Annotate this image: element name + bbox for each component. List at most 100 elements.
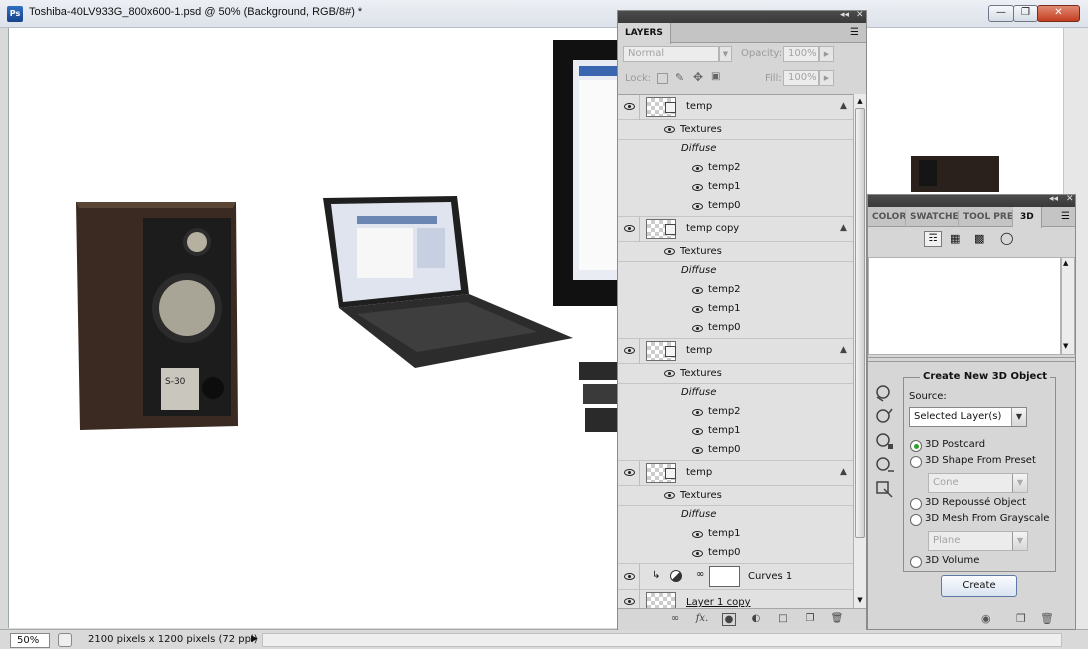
3d-scene-list[interactable] <box>868 257 1061 355</box>
3d-panel-grip[interactable]: ◂◂ ✕ <box>868 194 1075 207</box>
visibility-eye-icon[interactable] <box>692 409 703 416</box>
visibility-eye-icon[interactable] <box>664 248 675 255</box>
blend-mode-select[interactable]: Normal <box>623 46 719 62</box>
panel-menu-icon[interactable]: ☰ <box>1061 211 1070 222</box>
texture-map-row[interactable]: temp0 <box>618 544 853 564</box>
new-light-icon[interactable]: ❐ <box>1016 612 1026 625</box>
fill-field[interactable]: 100% <box>783 70 819 86</box>
texture-map-row[interactable]: temp1 <box>618 525 853 544</box>
textures-row[interactable]: Textures <box>618 486 853 506</box>
collapse-panel-icon[interactable]: ◂◂ <box>840 10 849 20</box>
visibility-eye-icon[interactable] <box>692 447 703 454</box>
texture-map-row[interactable]: temp2 <box>618 281 853 300</box>
tab-tool-presets[interactable]: TOOL PRESETS <box>959 210 1013 227</box>
restore-button[interactable]: ❐ <box>1013 5 1038 22</box>
radio-3d-mesh-from-grayscale[interactable] <box>910 514 922 526</box>
radio-3d-volume[interactable] <box>910 556 922 568</box>
lock-position-icon[interactable]: ✥ <box>693 70 703 84</box>
visibility-eye-icon[interactable] <box>624 347 635 354</box>
chevron-down-icon[interactable]: ▼ <box>1012 532 1027 550</box>
layers-scroll-thumb[interactable] <box>855 108 865 538</box>
visibility-eye-icon[interactable] <box>692 531 703 538</box>
scroll-up-icon[interactable]: ▲ <box>855 95 865 107</box>
panel-close-icon[interactable]: ✕ <box>856 10 864 20</box>
delete-layer-icon[interactable]: 🗑 <box>830 613 844 626</box>
layers-panel-grip[interactable]: ◂◂ ✕ <box>618 10 866 23</box>
scroll-down-icon[interactable]: ▼ <box>855 594 865 606</box>
textures-row[interactable]: Textures <box>618 364 853 384</box>
3d-roll-tool-icon[interactable] <box>874 407 896 427</box>
visibility-eye-icon[interactable] <box>692 184 703 191</box>
visibility-eye-icon[interactable] <box>692 428 703 435</box>
visibility-eye-icon[interactable] <box>692 287 703 294</box>
scroll-up-icon[interactable]: ▲ <box>1063 259 1068 267</box>
zoom-field[interactable]: 50% <box>10 633 50 648</box>
visibility-eye-icon[interactable] <box>624 598 635 605</box>
blend-mode-dropdown-icon[interactable]: ▼ <box>719 46 732 62</box>
link-layers-icon[interactable]: ∞ <box>668 613 682 626</box>
minimize-button[interactable]: — <box>988 5 1014 22</box>
fx-icon[interactable]: fx. <box>695 613 709 626</box>
visibility-eye-icon[interactable] <box>624 225 635 232</box>
3d-scale-tool-icon[interactable] <box>874 479 896 499</box>
visibility-eye-icon[interactable] <box>664 126 675 133</box>
collapse-arrow-icon[interactable]: ▲ <box>840 101 847 111</box>
panel-divider[interactable] <box>868 357 1075 362</box>
3d-scene-scrollbar[interactable]: ▲ ▼ <box>1061 257 1075 355</box>
3d-pan-tool-icon[interactable] <box>874 431 896 451</box>
textures-row[interactable]: Textures <box>618 120 853 140</box>
visibility-eye-icon[interactable] <box>692 203 703 210</box>
3d-slide-tool-icon[interactable] <box>874 455 896 475</box>
grayscale-select[interactable]: Plane ▼ <box>928 531 1028 551</box>
collapse-arrow-icon[interactable]: ▲ <box>840 345 847 355</box>
source-select[interactable]: Selected Layer(s) ▼ <box>909 407 1027 427</box>
new-group-icon[interactable]: □ <box>776 613 790 626</box>
toggle-visibility-icon[interactable]: ◉ <box>981 612 991 625</box>
adjustment-layer-row[interactable]: ↳ ∞ Curves 1 <box>618 564 853 590</box>
panel-close-icon[interactable]: ✕ <box>1066 194 1074 204</box>
opacity-field[interactable]: 100% <box>783 46 819 62</box>
texture-map-row[interactable]: temp1 <box>618 178 853 197</box>
layer-row[interactable]: Layer 1 copy <box>618 590 853 608</box>
status-menu-icon[interactable] <box>58 633 72 647</box>
tab-layers[interactable]: LAYERS <box>618 23 671 44</box>
delete-icon[interactable]: 🗑 <box>1040 612 1054 625</box>
tab-3d[interactable]: 3D <box>1013 207 1042 228</box>
panel-menu-icon[interactable]: ☰ <box>850 27 859 38</box>
chevron-down-icon[interactable]: ▼ <box>1011 408 1026 426</box>
adjustment-layer-icon[interactable]: ◐ <box>749 613 763 626</box>
collapse-arrow-icon[interactable]: ▲ <box>840 467 847 477</box>
visibility-eye-icon[interactable] <box>624 573 635 580</box>
canvas-horizontal-scrollbar[interactable] <box>262 633 1062 647</box>
layer-row[interactable]: temp ▲ <box>618 339 853 364</box>
lock-all-icon[interactable]: ▣ <box>711 71 720 82</box>
light-filter-icon[interactable]: ◯ <box>1000 231 1013 245</box>
collapse-arrow-icon[interactable]: ▲ <box>840 223 847 233</box>
collapse-panel-icon[interactable]: ◂◂ <box>1049 194 1058 204</box>
textures-row[interactable]: Textures <box>618 242 853 262</box>
layers-list[interactable]: temp ▲ Textures Diffuse temp2 temp1 temp… <box>618 94 853 608</box>
create-button[interactable]: Create <box>941 575 1017 597</box>
status-arrow-icon[interactable]: ▶ <box>251 634 258 644</box>
visibility-eye-icon[interactable] <box>624 103 635 110</box>
texture-map-row[interactable]: temp2 <box>618 403 853 422</box>
lock-image-icon[interactable]: ✎ <box>675 71 684 84</box>
layer-row[interactable]: temp ▲ <box>618 461 853 486</box>
link-icon[interactable]: ∞ <box>696 569 704 580</box>
radio-3d-postcard[interactable] <box>910 440 922 452</box>
layers-scrollbar[interactable]: ▲ ▼ <box>853 94 866 608</box>
scroll-down-icon[interactable]: ▼ <box>1063 342 1068 350</box>
lock-transparency-icon[interactable] <box>657 73 668 84</box>
scene-filter-icon[interactable]: ☶ <box>924 231 942 247</box>
3d-rotate-tool-icon[interactable] <box>874 383 896 403</box>
preset-select[interactable]: Cone ▼ <box>928 473 1028 493</box>
add-mask-icon[interactable]: ● <box>722 613 736 626</box>
new-layer-icon[interactable]: ❐ <box>803 613 817 626</box>
visibility-eye-icon[interactable] <box>664 370 675 377</box>
mesh-filter-icon[interactable]: ▦ <box>950 232 960 245</box>
radio-3d-shape-from-preset[interactable] <box>910 456 922 468</box>
fill-slider-icon[interactable]: ▶ <box>819 70 834 86</box>
chevron-down-icon[interactable]: ▼ <box>1012 474 1027 492</box>
tab-swatches[interactable]: SWATCHES <box>906 210 959 227</box>
tab-color[interactable]: COLOR <box>868 210 906 227</box>
